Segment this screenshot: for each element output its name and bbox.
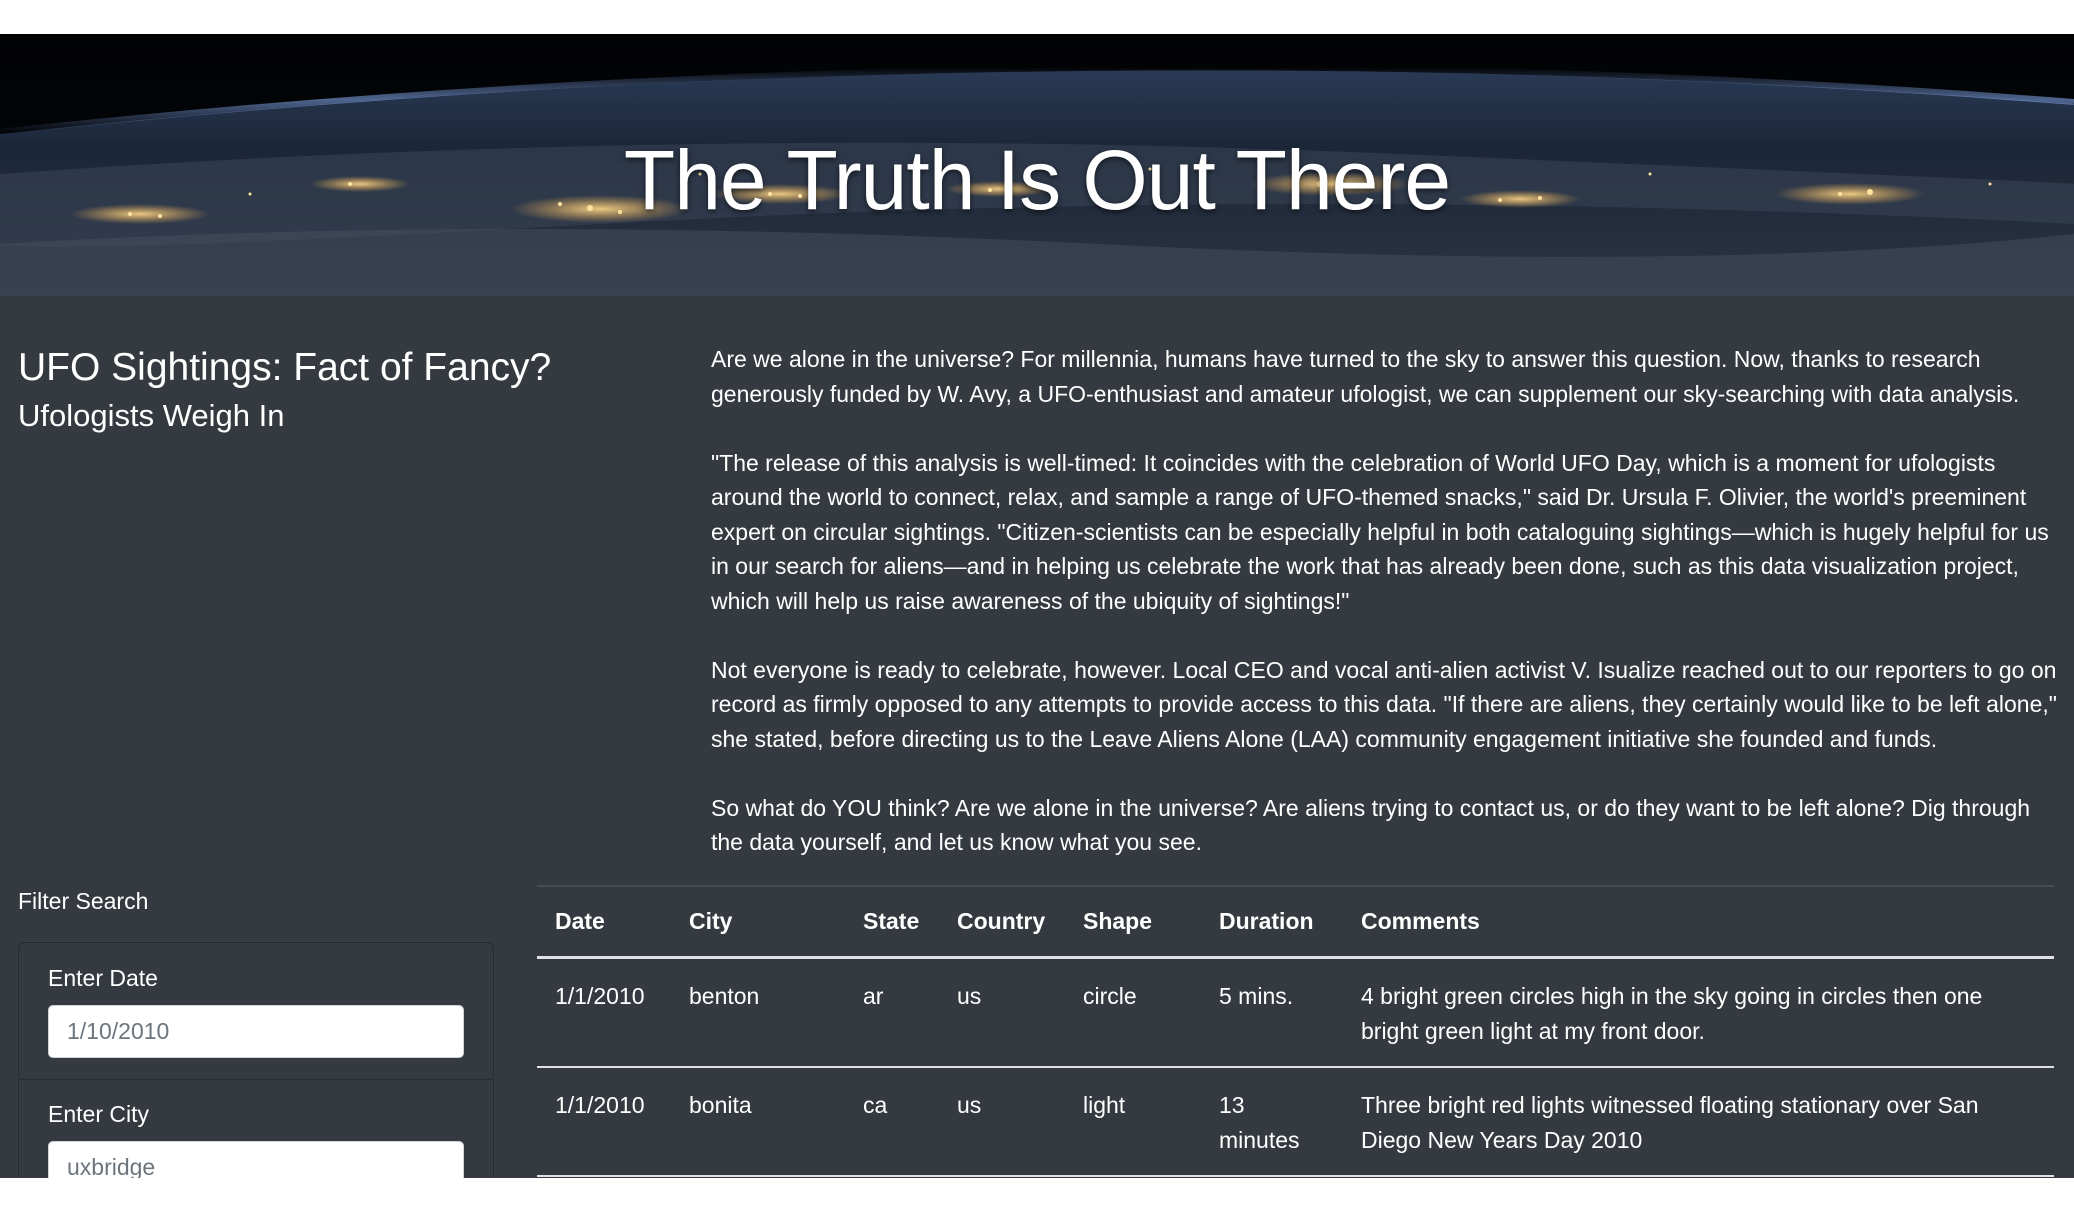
- article-body: Are we alone in the universe? For millen…: [711, 342, 2061, 894]
- cell-city: bonita: [671, 1067, 845, 1177]
- page: The Truth Is Out There UFO Sightings: Fa…: [0, 0, 2074, 1216]
- article-paragraph: So what do YOU think? Are we alone in th…: [711, 794, 2031, 856]
- article-paragraph: "The release of this analysis is well-ti…: [711, 449, 2049, 614]
- cell-date: 1/1/2010: [537, 957, 671, 1068]
- hero-banner: The Truth Is Out There: [0, 34, 2074, 296]
- column-header-date: Date: [537, 885, 671, 959]
- ufo-sightings-table: Date City State Country Shape Duration C…: [537, 885, 2054, 1177]
- table-row: 1/1/2010 bonita ca us light 13 minutes T…: [537, 1067, 2054, 1177]
- cell-duration: 5 mins.: [1201, 957, 1343, 1068]
- column-header-state: State: [845, 885, 939, 959]
- date-filter-input[interactable]: [48, 1005, 464, 1058]
- cell-duration: 13 minutes: [1201, 1067, 1343, 1177]
- column-header-comments: Comments: [1343, 885, 2054, 959]
- city-filter-label: Enter City: [48, 1101, 149, 1127]
- main-content: UFO Sightings: Fact of Fancy? Ufologists…: [0, 296, 2074, 1178]
- table-row: 1/1/2010 benton ar us circle 5 mins. 4 b…: [537, 957, 2054, 1068]
- hero-title: The Truth Is Out There: [623, 133, 1451, 227]
- sightings-table-container: Date City State Country Shape Duration C…: [537, 885, 2054, 1177]
- article-paragraph: Are we alone in the universe? For millen…: [711, 346, 2020, 407]
- cell-shape: light: [1065, 1067, 1201, 1177]
- column-header-duration: Duration: [1201, 885, 1343, 959]
- page-bottom-edge: [0, 1178, 2074, 1216]
- city-filter-group: Enter City: [19, 1080, 493, 1178]
- cell-comments: Three bright red lights witnessed floati…: [1343, 1067, 2054, 1177]
- filter-form: Enter Date Enter City: [18, 942, 494, 1178]
- cell-country: us: [939, 1067, 1065, 1177]
- date-filter-group: Enter Date: [19, 943, 493, 1080]
- cell-city: benton: [671, 957, 845, 1068]
- column-header-shape: Shape: [1065, 885, 1201, 959]
- city-filter-input[interactable]: [48, 1141, 464, 1178]
- cell-shape: circle: [1065, 957, 1201, 1068]
- date-filter-label: Enter Date: [48, 965, 158, 991]
- cell-date: 1/1/2010: [537, 1067, 671, 1177]
- article-paragraph: Not everyone is ready to celebrate, howe…: [711, 656, 2057, 752]
- page-headline: UFO Sightings: Fact of Fancy?: [18, 346, 552, 389]
- page-subheadline: Ufologists Weigh In: [18, 398, 285, 433]
- cell-country: us: [939, 957, 1065, 1068]
- cell-state: ca: [845, 1067, 939, 1177]
- filter-search-title: Filter Search: [18, 888, 149, 914]
- cell-state: ar: [845, 957, 939, 1068]
- cell-comments: 4 bright green circles high in the sky g…: [1343, 957, 2054, 1068]
- table-header-row: Date City State Country Shape Duration C…: [537, 885, 2054, 959]
- column-header-country: Country: [939, 885, 1065, 959]
- column-header-city: City: [671, 885, 845, 959]
